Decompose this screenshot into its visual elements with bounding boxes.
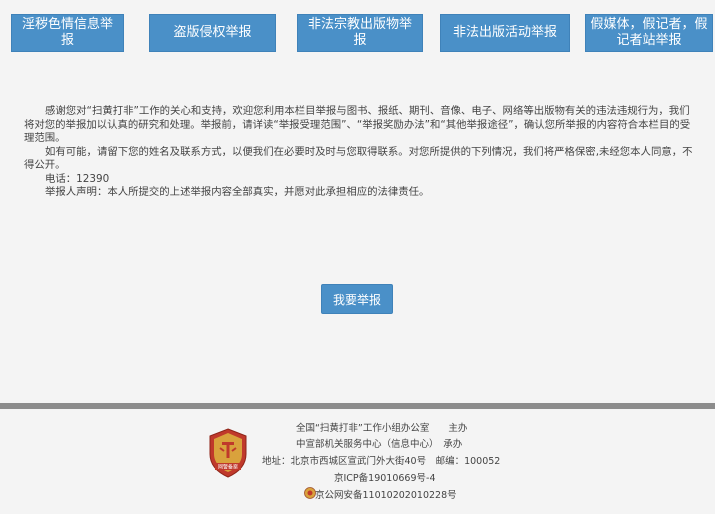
report-button[interactable]: 我要举报 [321, 284, 393, 314]
category-piracy-report-button[interactable]: 盗版侵权举报 [149, 14, 276, 52]
category-illegal-publishing-report-button[interactable]: 非法出版活动举报 [440, 14, 570, 52]
category-religious-report-button[interactable]: 非法宗教出版物举报 [297, 14, 423, 52]
category-fake-media-report-button[interactable]: 假媒体，假记者，假记者站举报 [585, 14, 713, 52]
category-label: 假媒体，假记者，假记者站举报 [590, 17, 708, 48]
intro-phone: 电话：12390 [45, 172, 110, 185]
category-porn-report-button[interactable]: 淫秽色情信息举报 [11, 14, 124, 52]
category-label: 盗版侵权举报 [173, 25, 252, 40]
category-label: 非法宗教出版物举报 [307, 17, 412, 48]
footer-host: 全国“扫黄打非”工作小组办公室 主办 [296, 423, 468, 434]
category-label: 淫秽色情信息举报 [21, 17, 113, 48]
category-label: 非法出版活动举报 [452, 25, 557, 40]
intro-paragraph-2: 如有可能，请留下您的姓名及联系方式，以便我们在必要时及时与您取得联系。对您所提供… [24, 145, 693, 172]
category-nav: 淫秽色情信息举报 盗版侵权举报 非法宗教出版物举报 非法出版活动举报 假媒体，假… [0, 0, 715, 60]
intro-paragraph-1: 感谢您对“扫黄打非”工作的关心和支持，欢迎您利用本栏目举报与图书、报纸、期刊、音… [24, 105, 691, 144]
footer-icp-link[interactable]: 京ICP备19010669号-4 [334, 471, 436, 487]
police-emblem-icon [304, 487, 316, 499]
footer-address: 地址：北京市西城区宣武门外大街40号 邮编：100052 [262, 456, 501, 467]
footer-police-record-link[interactable]: 京公网安备11010202010228号 [315, 488, 457, 504]
intro-text: 感谢您对“扫黄打非”工作的关心和支持，欢迎您利用本栏目举报与图书、报纸、期刊、音… [24, 105, 694, 200]
intro-declaration: 举报人声明：本人所提交的上述举报内容全部真实，并愿对此承担相应的法律责任。 [45, 186, 430, 198]
footer-organizer: 中宣部机关服务中心（信息中心） 承办 [296, 439, 463, 450]
badge-label: 网警备案 [218, 464, 238, 471]
police-badge-icon[interactable]: 网警备案 [207, 428, 249, 478]
